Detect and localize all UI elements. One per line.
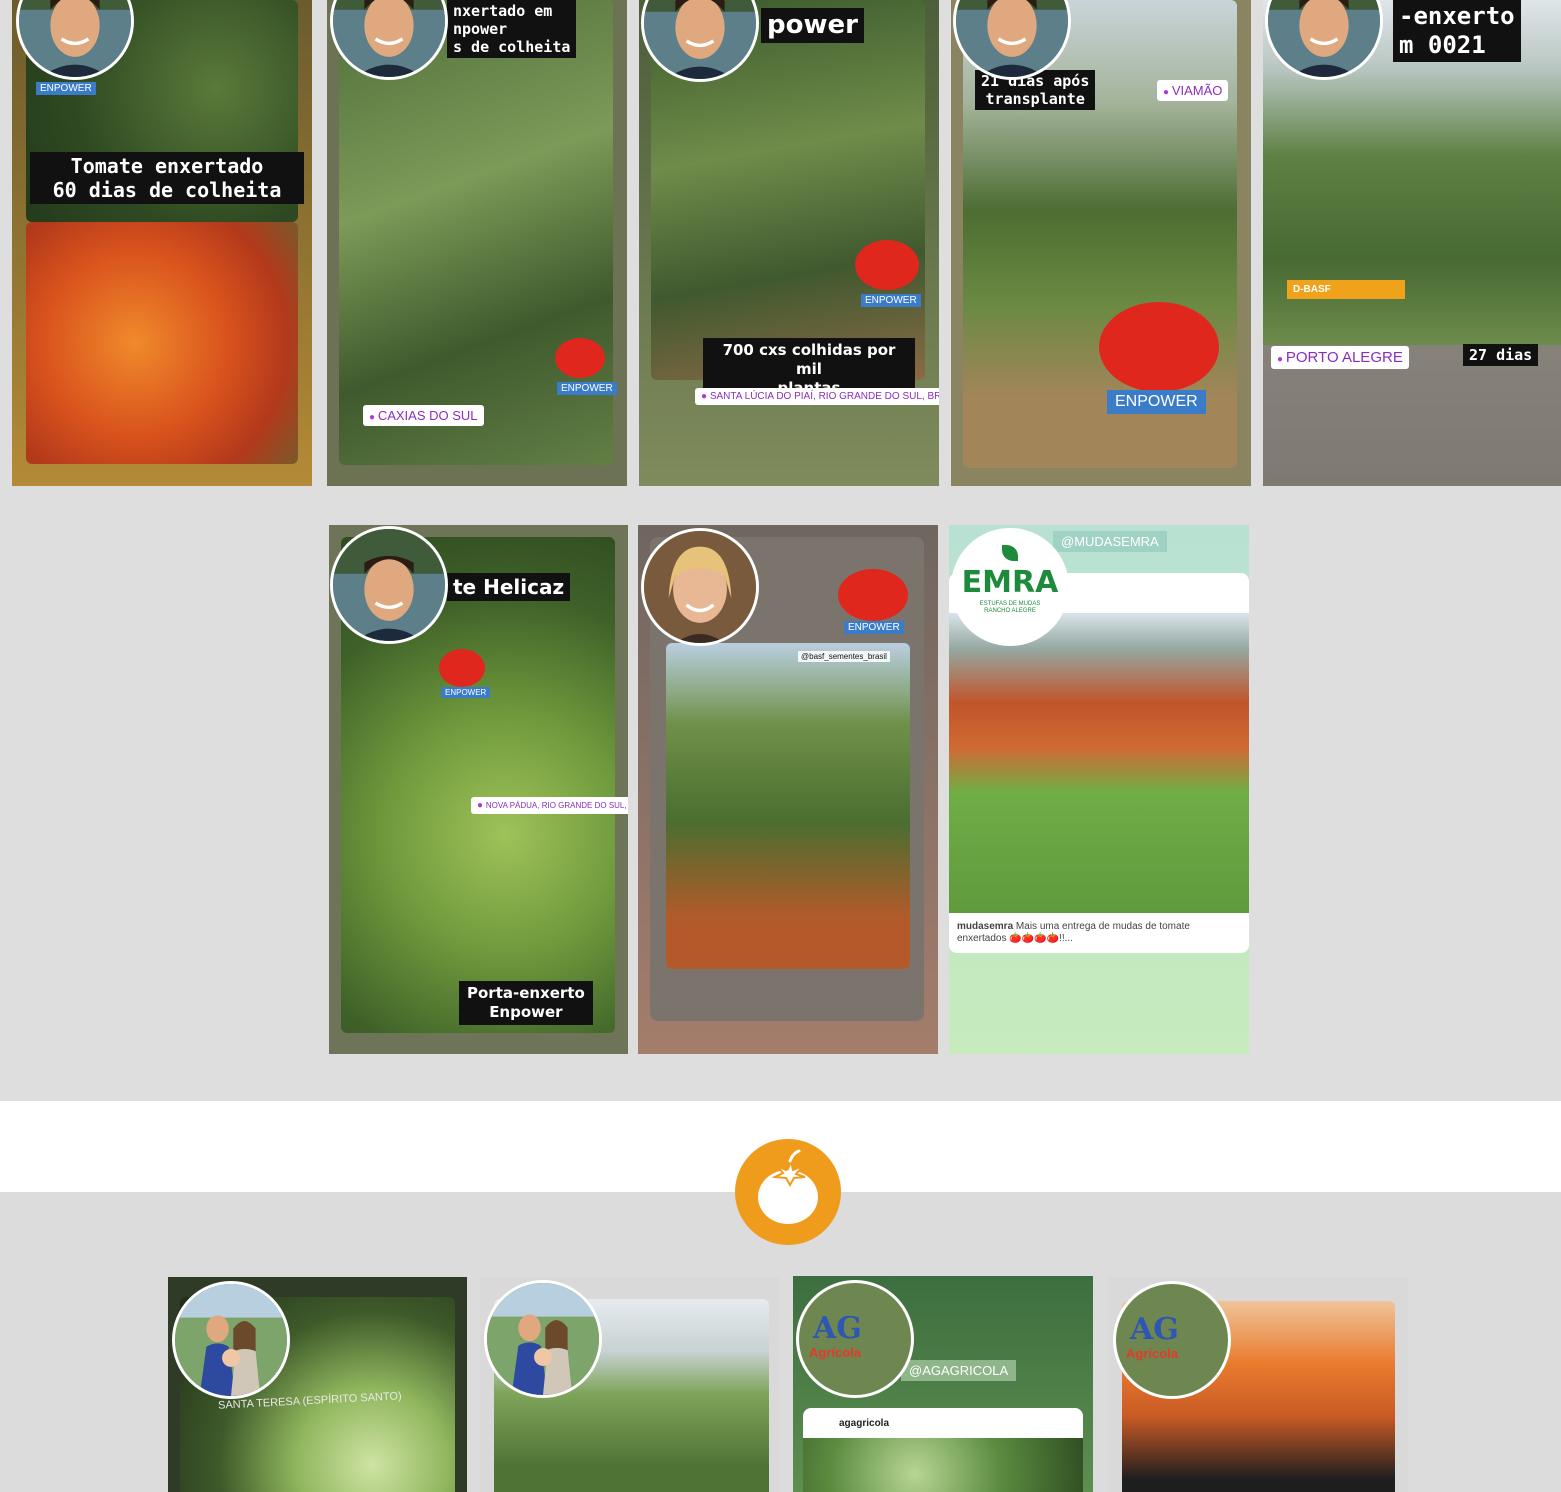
- story-caption: power: [761, 8, 864, 44]
- enpower-mascot-icon: [855, 240, 919, 290]
- enpower-mascot-icon: [838, 569, 908, 621]
- location-tag: VIAMÃO: [1157, 80, 1229, 101]
- handle-label: @MUDASEMRA: [1053, 531, 1167, 552]
- enpower-badge: ENPOWER: [557, 382, 617, 395]
- story-caption: -enxerto m 0021: [1393, 0, 1521, 62]
- location-tag: NOVA PÁDUA, RIO GRANDE DO SUL, BRAZIL: [471, 797, 628, 814]
- avatar-ag-agricola[interactable]: AG Agrícola: [796, 1280, 914, 1398]
- enpower-mascot-icon: [439, 649, 485, 687]
- day-counter: 27 dias: [1463, 344, 1539, 366]
- enpower-badge: ENPOWER: [844, 621, 904, 634]
- leaf-icon: [1002, 545, 1018, 561]
- ag-logo-subtext: Agrícola: [809, 1345, 862, 1360]
- ag-logo-subtext: Agrícola: [1126, 1346, 1179, 1361]
- basf-brand-label: D-BASF: [1287, 280, 1405, 299]
- enpower-badge: ENPOWER: [36, 82, 96, 95]
- avatar-emra-logo[interactable]: EMRA ESTUFAS DE MUDAS RANCHO ALEGRE: [951, 528, 1069, 646]
- enpower-mascot-icon: [1099, 302, 1219, 392]
- avatar-ag-agricola[interactable]: AG Agrícola: [1113, 1281, 1231, 1399]
- avatar[interactable]: [484, 1280, 602, 1398]
- avatar[interactable]: [641, 528, 759, 646]
- post-username[interactable]: agagricola: [839, 1418, 889, 1429]
- post-caption: mudasemra Mais uma entrega de mudas de t…: [957, 921, 1241, 945]
- emra-logo-subtext: ESTUFAS DE MUDAS RANCHO ALEGRE: [979, 601, 1041, 614]
- enpower-badge: ENPOWER: [1107, 390, 1206, 414]
- avatar[interactable]: [330, 526, 448, 644]
- story-photo: [666, 643, 910, 969]
- story-caption: Tomate enxertado 60 dias de colheita: [30, 152, 304, 204]
- avatar[interactable]: [172, 1281, 290, 1399]
- story-caption-secondary: Porta-enxerto Enpower: [459, 981, 593, 1025]
- handle-label: @AGAGRICOLA: [901, 1360, 1017, 1381]
- location-tag: CAXIAS DO SUL: [363, 405, 484, 426]
- tomato-icon: [735, 1139, 841, 1245]
- location-tag: PORTO ALEGRE: [1271, 346, 1409, 369]
- emra-logo-text: EMRA: [961, 565, 1059, 600]
- story-caption: te Helicaz: [447, 573, 571, 601]
- enpower-badge: ENPOWER: [441, 687, 491, 698]
- story-photo-tomatoes: [26, 222, 298, 464]
- ag-logo-text: AG: [813, 1311, 862, 1346]
- story-caption: nxertado em npower s de colheita: [447, 0, 577, 58]
- location-tag: SANTA LÚCIA DO PIAÍ, RIO GRANDE DO SUL, …: [695, 388, 939, 405]
- post-photo: [803, 1438, 1083, 1492]
- post-username[interactable]: mudasemra: [957, 921, 1013, 932]
- enpower-badge: ENPOWER: [861, 294, 921, 307]
- post-photo: [949, 613, 1249, 913]
- ag-logo-text: AG: [1130, 1312, 1179, 1347]
- account-tag: @basf_sementes_brasil: [798, 651, 890, 662]
- enpower-mascot-icon: [555, 338, 605, 378]
